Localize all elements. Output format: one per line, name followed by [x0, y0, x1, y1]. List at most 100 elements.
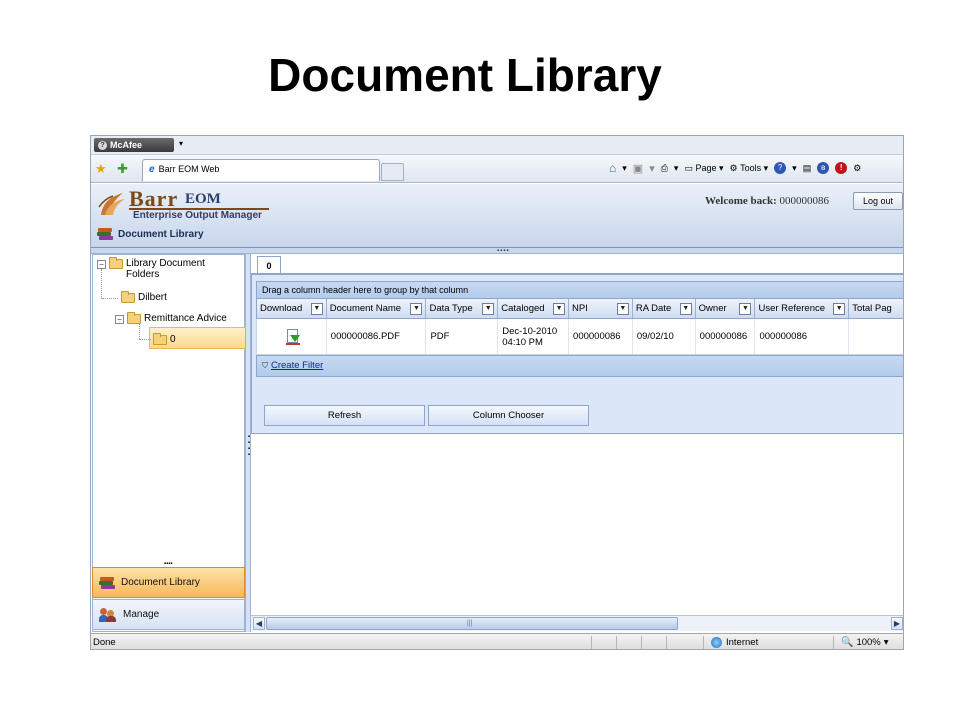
logout-button[interactable]: Log out [853, 192, 903, 210]
status-divider [833, 636, 834, 649]
home-dropdown-icon[interactable]: ▾ [622, 163, 627, 174]
help-icon[interactable]: ? [774, 162, 787, 174]
scroll-left-icon[interactable]: ◀ [253, 617, 265, 630]
column-menu-icon[interactable]: ▼ [739, 302, 752, 315]
column-menu-icon[interactable]: ▼ [482, 302, 495, 315]
column-header-document-name[interactable]: Document Name ▼ [327, 299, 427, 318]
internet-zone-icon [711, 637, 722, 648]
page-menu[interactable]: ▭ Page ▾ [684, 163, 723, 174]
users-icon [99, 607, 117, 622]
ie-page-icon: e [149, 164, 155, 175]
logo-eom-text: EOM [185, 191, 221, 207]
column-label: RA Date [635, 303, 672, 314]
tree-node-label: Library Document Folders [126, 258, 205, 280]
cataloged-time: 04:10 PM [502, 336, 543, 348]
column-menu-icon[interactable]: ▼ [553, 302, 566, 315]
create-filter-link[interactable]: Create Filter [271, 356, 323, 376]
nav-document-library[interactable]: Document Library [92, 567, 245, 598]
table-row[interactable]: 000000086.PDF PDF Dec-10-2010 04:10 PM 0… [256, 319, 903, 355]
scroll-right-icon[interactable]: ▶ [891, 617, 903, 630]
folder-icon [109, 257, 123, 269]
tab-0[interactable]: 0 [257, 256, 281, 274]
column-header-cataloged[interactable]: Cataloged ▼ [498, 299, 570, 318]
mcafee-icon: ? [98, 140, 107, 150]
cell-data-type: PDF [426, 319, 499, 354]
column-chooser-button[interactable]: Column Chooser [428, 405, 589, 426]
horizontal-scrollbar[interactable]: ◀ ||| ▶ [251, 615, 903, 631]
status-divider [703, 636, 704, 649]
refresh-button[interactable]: Refresh [264, 405, 425, 426]
column-menu-icon[interactable]: ▼ [410, 302, 423, 315]
new-tab-button[interactable] [381, 163, 404, 181]
cell-cataloged: Dec-10-2010 04:10 PM [498, 319, 570, 354]
research-icon[interactable]: ▤ [803, 163, 812, 174]
cell-document-name: 000000086.PDF [327, 319, 427, 354]
download-cell[interactable] [257, 319, 327, 354]
column-header-ra-date[interactable]: RA Date ▼ [633, 299, 696, 318]
browser-tab[interactable]: e Barr EOM Web [142, 159, 380, 181]
status-divider [591, 636, 592, 649]
tree-node-0[interactable]: 0 [153, 333, 176, 345]
tab-body: Drag a column header here to group by th… [251, 274, 903, 434]
column-header-data-type[interactable]: Data Type ▼ [426, 299, 499, 318]
column-menu-icon[interactable]: ▼ [616, 302, 629, 315]
tree-node-library-folders[interactable]: − Library Document Folders [97, 257, 216, 280]
column-header-download[interactable]: Download ▼ [257, 299, 327, 318]
addon-gear-icon[interactable]: ⚙ [853, 163, 861, 174]
mcafee-toolbar: ? McAfee ▾ [91, 136, 903, 155]
status-text: Done [93, 637, 116, 648]
nav-label: Document Library [121, 577, 200, 588]
addon-red-icon[interactable]: ! [835, 162, 848, 174]
status-divider [616, 636, 617, 649]
favorites-star-icon[interactable]: ★ [95, 161, 107, 177]
zoom-control[interactable]: 🔍 100% ▾ [841, 637, 889, 648]
bluetooth-icon[interactable]: ʙ [817, 162, 830, 174]
browser-window: ? McAfee ▾ ★ ✚ e Barr EOM Web ⌂ ▾ ▣ ▾ ⎙ ▾ ▭… [90, 135, 904, 650]
cell-total-pages [849, 319, 903, 354]
column-header-user-reference[interactable]: User Reference ▼ [755, 299, 850, 318]
nav-manage[interactable]: Manage [92, 599, 245, 630]
tree-node-remittance-advice[interactable]: − Remittance Advice [115, 312, 227, 324]
tools-menu-label: Tools [740, 162, 762, 173]
home-icon[interactable]: ⌂ [609, 161, 616, 175]
nav-label: Manage [123, 609, 160, 620]
tree-node-dilbert[interactable]: Dilbert [121, 291, 167, 303]
feeds-icon[interactable]: ▣ [633, 162, 643, 175]
zoom-dropdown-icon[interactable]: ▾ [884, 637, 889, 648]
scroll-thumb[interactable]: ||| [266, 617, 678, 630]
column-label: Cataloged [501, 303, 545, 314]
column-header-total-pages[interactable]: Total Pag [849, 299, 903, 318]
cell-owner: 000000086 [696, 319, 756, 354]
column-menu-icon[interactable]: ▼ [310, 302, 323, 315]
column-label: Total Pag [852, 303, 892, 314]
group-by-bar[interactable]: Drag a column header here to group by th… [256, 281, 903, 299]
mcafee-button[interactable]: ? McAfee [94, 138, 174, 152]
mcafee-label: McAfee [110, 140, 143, 150]
help-dropdown-icon[interactable]: ▾ [792, 163, 797, 174]
tools-menu[interactable]: ⚙ Tools ▾ [730, 163, 769, 174]
add-favorites-icon[interactable]: ✚ [117, 161, 128, 177]
thumb-grip-icon: ||| [467, 620, 473, 627]
tree-node-label: Remittance Advice [144, 313, 227, 324]
security-zone: Internet [726, 637, 759, 648]
status-divider [666, 636, 667, 649]
print-dropdown-icon[interactable]: ▾ [674, 163, 679, 174]
feeds-dropdown-icon[interactable]: ▾ [649, 162, 655, 175]
print-icon[interactable]: ⎙ [661, 163, 668, 174]
mcafee-dropdown-icon[interactable]: ▾ [179, 139, 183, 148]
cell-npi: 000000086 [569, 319, 633, 354]
barr-logo-icon [98, 193, 125, 215]
column-header-owner[interactable]: Owner ▼ [696, 299, 756, 318]
column-menu-icon[interactable]: ▼ [833, 302, 846, 315]
collapse-icon[interactable]: − [115, 315, 124, 324]
logo-subtitle: Enterprise Output Manager [133, 210, 262, 221]
page-menu-label: Page [695, 162, 717, 173]
tree-connector [139, 323, 140, 339]
cell-ra-date: 09/02/10 [633, 319, 696, 354]
slide-title: Document Library [268, 49, 662, 101]
download-icon[interactable] [285, 328, 301, 345]
collapse-icon[interactable]: − [97, 260, 106, 269]
column-menu-icon[interactable]: ▼ [679, 302, 692, 315]
welcome-text: Welcome back: 000000086 [705, 195, 829, 207]
column-header-npi[interactable]: NPI ▼ [569, 299, 633, 318]
